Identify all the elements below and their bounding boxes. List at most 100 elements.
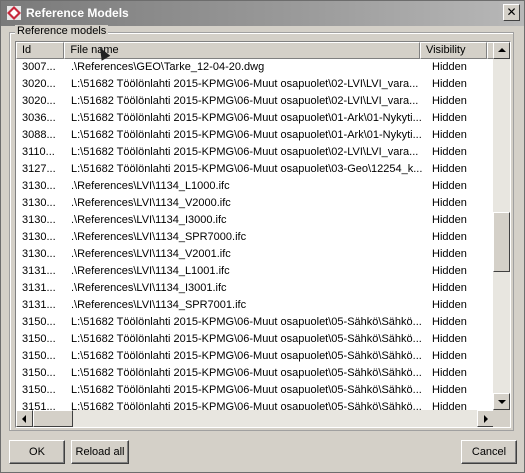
- row-id-cell: 3150...: [22, 333, 56, 345]
- row-id-cell: 3131...: [22, 282, 56, 294]
- row-id-cell: 3020...: [22, 78, 56, 90]
- scroll-left-button[interactable]: [16, 410, 33, 427]
- row-id-cell: 3150...: [22, 316, 56, 328]
- row-file-name-cell: .\References\LVI\1134_V2000.ifc: [71, 197, 231, 209]
- table-row[interactable]: 3130... .\References\LVI\1134_L1000.ifc Hi…: [16, 178, 494, 195]
- row-id-cell: 3130...: [22, 214, 56, 226]
- table-row[interactable]: 3150... L:\51682 Töölönlahti 2015-KPMG\06…: [16, 382, 494, 399]
- table-row[interactable]: 3131... .\References\LVI\1134_L1001.ifc Hi…: [16, 263, 494, 280]
- reference-models-dialog: Reference Models ✕ Reference models Id F…: [0, 0, 525, 473]
- table-row[interactable]: 3130... .\References\LVI\1134_V2001.ifc Hi…: [16, 246, 494, 263]
- table-row[interactable]: 3150... L:\51682 Töölönlahti 2015-KPMG\06…: [16, 348, 494, 365]
- row-id-cell: 3088...: [22, 129, 56, 141]
- close-button[interactable]: ✕: [503, 4, 520, 21]
- row-id-cell: 3130...: [22, 197, 56, 209]
- row-file-name-cell: L:\51682 Töölönlahti 2015-KPMG\06-Muut o…: [71, 112, 422, 124]
- reload-all-button[interactable]: Reload all: [71, 440, 129, 464]
- vertical-scroll-thumb[interactable]: [493, 212, 510, 272]
- table-row[interactable]: 3130... .\References\LVI\1134_V2000.ifc Hi…: [16, 195, 494, 212]
- row-visibility-cell: Hidden: [432, 265, 467, 277]
- row-file-name-cell: .\References\LVI\1134_SPR7000.ifc: [71, 231, 247, 243]
- table-row[interactable]: 3127... L:\51682 Töölönlahti 2015-KPMG\06…: [16, 161, 494, 178]
- table-row[interactable]: 3110... L:\51682 Töölönlahti 2015-KPMG\06…: [16, 144, 494, 161]
- row-id-cell: 3150...: [22, 367, 56, 379]
- table-row[interactable]: 3007... .\References\GEO\Tarke_12-04-20.d…: [16, 59, 494, 76]
- row-file-name-cell: L:\51682 Töölönlahti 2015-KPMG\06-Muut o…: [71, 350, 422, 362]
- row-visibility-cell: Hidden: [432, 231, 467, 243]
- table-row[interactable]: 3088... L:\51682 Töölönlahti 2015-KPMG\06…: [16, 127, 494, 144]
- row-file-name-cell: L:\51682 Töölönlahti 2015-KPMG\06-Muut o…: [71, 316, 422, 328]
- scroll-right-button[interactable]: [477, 410, 494, 427]
- arrow-down-icon: [498, 400, 506, 404]
- column-header-file-name[interactable]: File name: [64, 42, 420, 59]
- row-id-cell: 3131...: [22, 265, 56, 277]
- horizontal-scrollbar[interactable]: [16, 410, 494, 427]
- table-row[interactable]: 3150... L:\51682 Töölönlahti 2015-KPMG\06…: [16, 331, 494, 348]
- arrow-left-icon: [22, 415, 26, 423]
- row-file-name-cell: L:\51682 Töölönlahti 2015-KPMG\06-Muut o…: [71, 333, 422, 345]
- row-id-cell: 3150...: [22, 350, 56, 362]
- table-row[interactable]: 3036... L:\51682 Töölönlahti 2015-KPMG\06…: [16, 110, 494, 127]
- row-file-name-cell: L:\51682 Töölönlahti 2015-KPMG\06-Muut o…: [71, 163, 423, 175]
- row-visibility-cell: Hidden: [432, 350, 467, 362]
- vertical-scrollbar[interactable]: [493, 42, 510, 410]
- row-file-name-cell: L:\51682 Töölönlahti 2015-KPMG\06-Muut o…: [71, 384, 422, 396]
- row-file-name-cell: L:\51682 Töölönlahti 2015-KPMG\06-Muut o…: [71, 78, 419, 90]
- title-bar[interactable]: Reference Models ✕: [1, 1, 524, 26]
- row-id-cell: 3020...: [22, 95, 56, 107]
- row-file-name-cell: .\References\LVI\1134_V2001.ifc: [71, 248, 231, 260]
- arrow-right-icon: [484, 415, 488, 423]
- row-visibility-cell: Hidden: [432, 367, 467, 379]
- close-icon: ✕: [506, 5, 517, 19]
- row-id-cell: 3007...: [22, 61, 56, 73]
- scroll-down-button[interactable]: [493, 393, 510, 410]
- list-rows: 3007... .\References\GEO\Tarke_12-04-20.d…: [16, 59, 494, 411]
- table-row[interactable]: 3020... L:\51682 Töölönlahti 2015-KPMG\06…: [16, 76, 494, 93]
- row-file-name-cell: L:\51682 Töölönlahti 2015-KPMG\06-Muut o…: [71, 367, 422, 379]
- table-row[interactable]: 3130... .\References\LVI\1134_I3000.ifc Hi…: [16, 212, 494, 229]
- table-row[interactable]: 3130... .\References\LVI\1134_SPR7000.ifc…: [16, 229, 494, 246]
- row-visibility-cell: Hidden: [432, 78, 467, 90]
- row-file-name-cell: .\References\GEO\Tarke_12-04-20.dwg: [71, 61, 265, 73]
- row-visibility-cell: Hidden: [432, 163, 467, 175]
- row-id-cell: 3127...: [22, 163, 56, 175]
- row-visibility-cell: Hidden: [432, 129, 467, 141]
- row-id-cell: 3036...: [22, 112, 56, 124]
- table-row[interactable]: 3131... .\References\LVI\1134_SPR7001.ifc…: [16, 297, 494, 314]
- arrow-up-icon: [498, 48, 506, 52]
- row-visibility-cell: Hidden: [432, 299, 467, 311]
- row-id-cell: 3130...: [22, 180, 56, 192]
- row-id-cell: 3130...: [22, 231, 56, 243]
- column-header-id[interactable]: Id: [16, 42, 65, 59]
- row-visibility-cell: Hidden: [432, 333, 467, 345]
- row-id-cell: 3130...: [22, 248, 56, 260]
- row-visibility-cell: Hidden: [432, 384, 467, 396]
- row-visibility-cell: Hidden: [432, 197, 467, 209]
- row-file-name-cell: .\References\LVI\1134_I3000.ifc: [71, 214, 227, 226]
- window-title: Reference Models: [26, 6, 129, 20]
- column-header-visibility[interactable]: Visibility: [419, 42, 487, 59]
- row-id-cell: 3131...: [22, 299, 56, 311]
- row-file-name-cell: L:\51682 Töölönlahti 2015-KPMG\06-Muut o…: [71, 129, 422, 141]
- row-visibility-cell: Hidden: [432, 316, 467, 328]
- reference-models-list[interactable]: Id File name Visibility 3007... .\Referen…: [15, 41, 511, 428]
- ok-button[interactable]: OK: [9, 440, 65, 464]
- row-visibility-cell: Hidden: [432, 248, 467, 260]
- horizontal-scroll-thumb[interactable]: [33, 410, 73, 427]
- row-visibility-cell: Hidden: [432, 180, 467, 192]
- table-row[interactable]: 3150... L:\51682 Töölönlahti 2015-KPMG\06…: [16, 365, 494, 382]
- table-row[interactable]: 3020... L:\51682 Töölönlahti 2015-KPMG\06…: [16, 93, 494, 110]
- scroll-corner: [493, 410, 510, 427]
- row-visibility-cell: Hidden: [432, 61, 467, 73]
- row-visibility-cell: Hidden: [432, 146, 467, 158]
- row-id-cell: 3150...: [22, 384, 56, 396]
- table-row[interactable]: 3150... L:\51682 Töölönlahti 2015-KPMG\06…: [16, 314, 494, 331]
- row-file-name-cell: L:\51682 Töölönlahti 2015-KPMG\06-Muut o…: [71, 146, 419, 158]
- app-icon: [7, 6, 21, 20]
- row-file-name-cell: .\References\LVI\1134_L1001.ifc: [71, 265, 230, 277]
- table-row[interactable]: 3131... .\References\LVI\1134_I3001.ifc Hi…: [16, 280, 494, 297]
- cancel-button[interactable]: Cancel: [461, 440, 517, 464]
- row-file-name-cell: .\References\LVI\1134_I3001.ifc: [71, 282, 227, 294]
- row-file-name-cell: L:\51682 Töölönlahti 2015-KPMG\06-Muut o…: [71, 95, 419, 107]
- scroll-up-button[interactable]: [493, 42, 510, 59]
